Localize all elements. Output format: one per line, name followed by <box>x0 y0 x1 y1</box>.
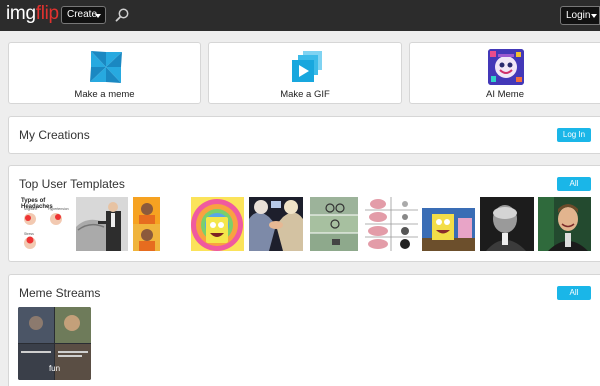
bike-fall-image <box>310 197 358 251</box>
my-creations-panel: My Creations Log In <box>8 116 600 154</box>
make-a-meme-card[interactable]: Make a meme <box>8 42 201 104</box>
headaches-heads <box>24 213 62 249</box>
make-a-gif-card[interactable]: Make a GIF <box>208 42 402 104</box>
make-a-gif-label: Make a GIF <box>280 89 330 100</box>
create-menu-button[interactable]: Create <box>61 6 106 24</box>
gif-stack-icon <box>289 49 325 85</box>
caret-down-icon <box>95 14 101 18</box>
stream-fun[interactable]: fun <box>18 307 91 380</box>
spongebob-presentation-image <box>422 208 475 251</box>
create-label: Create <box>67 9 98 20</box>
template-car-salesman[interactable] <box>76 197 128 251</box>
caret-down-icon <box>591 14 597 18</box>
meme-streams-panel: Meme Streams All <box>8 274 600 386</box>
template-leonardo-laughing[interactable] <box>538 197 591 251</box>
top-user-templates-title: Top User Templates <box>19 177 125 191</box>
ai-meme-card[interactable]: AI Meme <box>409 42 600 104</box>
stream-fun-caption: fun <box>48 364 61 373</box>
expanding-brain-image <box>365 197 418 251</box>
template-types-of-headaches[interactable]: Types of Headaches Migraine Hypertension… <box>18 197 70 251</box>
template-old-man-portrait[interactable] <box>480 197 534 251</box>
template-drake[interactable] <box>133 197 160 251</box>
template-expanding-brain[interactable] <box>365 197 418 251</box>
logo-text-flip: flip <box>35 3 59 24</box>
ai-meme-icon <box>488 49 524 85</box>
my-creations-title: My Creations <box>19 128 90 142</box>
car-salesman-image <box>76 197 128 251</box>
pinwheel-icon <box>88 49 124 85</box>
streams-all-button[interactable]: All <box>557 286 591 300</box>
imagination-spongebob-image <box>191 197 244 251</box>
top-navigation-bar: imgflip Create Login <box>0 0 600 31</box>
drake-image <box>133 197 160 251</box>
template-spongebob-presentation[interactable] <box>422 208 475 251</box>
make-a-meme-label: Make a meme <box>74 89 135 100</box>
meme-streams-title: Meme Streams <box>19 286 101 300</box>
templates-all-button[interactable]: All <box>557 177 591 191</box>
log-in-button[interactable]: Log In <box>557 128 591 142</box>
logo-text-img: img <box>6 3 36 24</box>
old-man-portrait-image <box>480 197 534 251</box>
leonardo-laughing-image <box>538 197 591 251</box>
imgflip-logo[interactable]: imgflip <box>6 4 59 24</box>
epic-handshake-image <box>249 197 303 251</box>
template-epic-handshake[interactable] <box>249 197 303 251</box>
login-label: Login <box>566 10 591 21</box>
template-imagination-spongebob[interactable] <box>191 197 244 251</box>
search-icon[interactable] <box>114 7 130 23</box>
template-bike-fall[interactable] <box>310 197 358 251</box>
ai-meme-label: AI Meme <box>485 89 524 100</box>
login-menu-button[interactable]: Login <box>560 6 600 25</box>
